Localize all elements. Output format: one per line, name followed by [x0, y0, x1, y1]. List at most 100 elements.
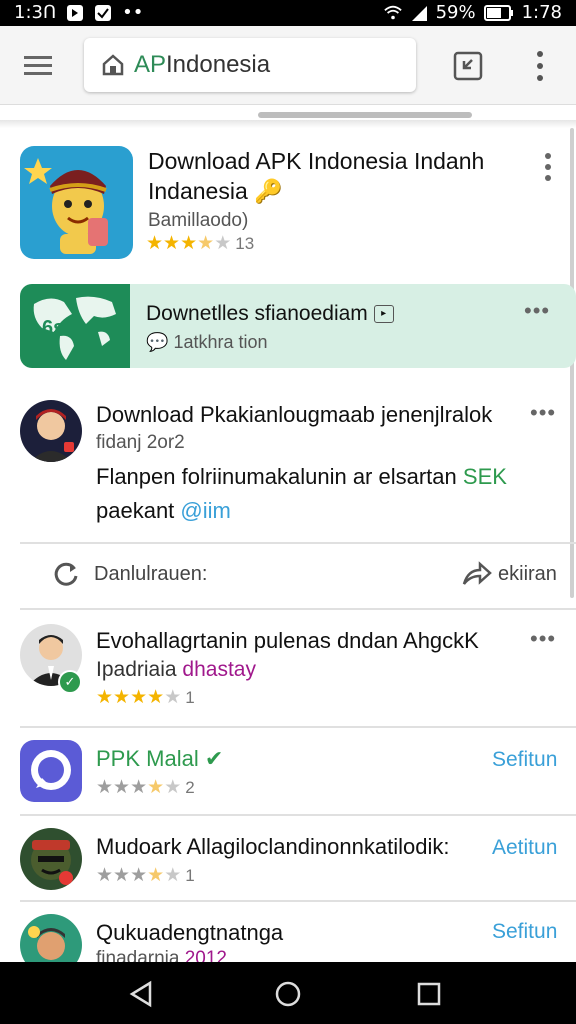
star-icon: ★	[113, 777, 131, 798]
recents-icon[interactable]	[416, 981, 442, 1007]
status-time-right: 1:78	[521, 2, 562, 23]
url-bar[interactable]: APIndonesia	[84, 38, 416, 92]
refresh-button[interactable]: Danlulrauen:	[52, 560, 207, 588]
item-title: Mudoark Allagiloclandinonnkatilodik:	[96, 834, 450, 859]
star-icon: ★	[96, 777, 114, 798]
divider	[20, 726, 576, 728]
person-avatar-icon	[28, 926, 65, 960]
item-title: Qukuadengtnatnga	[96, 920, 284, 945]
item-menu-icon[interactable]	[544, 152, 552, 182]
star-icon: ★	[164, 687, 182, 708]
chat-bubble-icon	[31, 750, 71, 790]
star-icon: ★	[164, 777, 182, 798]
item-subtitle: Bamillaodo)	[148, 210, 249, 231]
promo-subtitle: 💬 1atkhra tion	[146, 332, 268, 352]
item-title: Download APK Indonesia Indanh	[148, 148, 485, 174]
cartoon-character-icon	[24, 158, 108, 254]
world-map-icon: 6s	[33, 296, 116, 360]
rating-count: 1	[185, 865, 195, 885]
rating-stars: ★ ★ ★ ★ ★ 1	[96, 686, 195, 709]
person-avatar-icon	[30, 409, 74, 462]
promo-menu-icon[interactable]: •••	[524, 298, 550, 324]
badge-icon: ▸	[373, 305, 394, 324]
leaf-check-icon: ✔	[204, 746, 224, 771]
star-icon: ★	[147, 777, 165, 798]
verified-badge-icon: ✓	[58, 670, 82, 694]
back-icon[interactable]	[128, 980, 154, 1008]
star-icon: ★	[96, 865, 114, 886]
list-item[interactable]: Qukuadengtnatnga finadarnia 2012 Sefitun	[0, 906, 576, 962]
rating-count: 1	[185, 687, 195, 707]
list-item[interactable]: Download APK Indonesia Indanh Indanesia …	[0, 128, 576, 268]
rating-stars: ★ ★ ★ ★ ★ 13	[146, 232, 254, 255]
star-icon: ★	[113, 687, 131, 708]
app-icon	[20, 914, 82, 962]
post-date: fidanj 2or2	[96, 432, 185, 453]
toolbar-shadow	[0, 120, 576, 128]
post-actions: Danlulrauen: ekiiran	[0, 548, 576, 608]
list-item[interactable]: PPK Malal ✔ ★ ★ ★ ★ ★ 2 Sefitun	[0, 732, 576, 816]
item-subtitle: Ipadriaia dhastay	[96, 658, 256, 681]
star-icon: ★	[147, 865, 165, 886]
list-item[interactable]: ✓ Evohallagrtanin pulenas dndan AhgckK I…	[0, 614, 576, 724]
star-icon: ★	[180, 233, 198, 254]
status-time-left: 1:3Ո	[14, 2, 57, 23]
notification-icon	[67, 4, 84, 21]
wifi-icon	[383, 5, 402, 19]
post-title: Download Pkakianlougmaab jenenjlralok	[96, 402, 493, 427]
promo-title: Downetlles sfianoediam ▸	[146, 302, 394, 326]
star-icon: ★	[164, 865, 182, 886]
tab-switcher-icon[interactable]	[452, 50, 484, 82]
item-menu-icon[interactable]: •••	[530, 626, 556, 652]
app-icon	[20, 146, 133, 259]
app-icon	[20, 740, 82, 802]
star-icon: ★	[130, 687, 148, 708]
battery-icon	[483, 4, 513, 21]
share-button[interactable]: ekiiran	[460, 560, 557, 588]
star-icon: ★	[163, 233, 181, 254]
star-icon: ★	[113, 865, 131, 886]
hamburger-menu-icon[interactable]	[22, 48, 56, 82]
star-icon: ★	[146, 233, 164, 254]
divider	[20, 814, 576, 816]
post-item[interactable]: Download Pkakianlougmaab jenenjlralok fi…	[0, 390, 576, 540]
key-icon: 🔑	[254, 178, 283, 204]
divider	[20, 608, 576, 610]
item-subtitle: finadarnia 2012	[96, 948, 228, 962]
home-button-icon[interactable]	[274, 980, 302, 1008]
item-title: Evohallagrtanin pulenas dndan AhgckK	[96, 628, 479, 653]
star-icon: ★	[197, 233, 215, 254]
star-icon: ★	[214, 233, 232, 254]
list-item[interactable]: Mudoark Allagiloclandinonnkatilodik: ★ ★ ★…	[0, 820, 576, 900]
rating-stars: ★ ★ ★ ★ ★ 1	[96, 864, 195, 887]
system-nav-bar	[0, 962, 576, 1024]
divider	[20, 900, 576, 902]
home-icon[interactable]	[100, 52, 126, 78]
comment-icon: 💬	[146, 332, 169, 352]
item-title-line2: Indanesia 🔑	[148, 178, 283, 204]
url-text: APIndonesia	[134, 51, 271, 78]
browser-toolbar: APIndonesia	[0, 26, 576, 105]
star-icon: ★	[130, 865, 148, 886]
promo-icon-text: 6s	[42, 317, 64, 339]
overflow-menu-icon[interactable]	[530, 48, 550, 84]
more-notifications-icon: ••	[122, 2, 144, 23]
star-icon: ★	[130, 777, 148, 798]
share-icon	[462, 561, 492, 585]
rating-stars: ★ ★ ★ ★ ★ 2	[96, 776, 195, 799]
app-icon	[20, 828, 82, 890]
author-avatar	[20, 400, 82, 462]
star-icon: ★	[96, 687, 114, 708]
install-button[interactable]: Sefitun	[492, 920, 557, 944]
install-button[interactable]: Sefitun	[492, 748, 557, 772]
rating-count: 2	[185, 777, 195, 797]
post-body-line1: Flanpen folriinumakalunin ar elsartan SE…	[96, 464, 507, 489]
status-bar: 1:3Ո •• 59% 1:78	[0, 0, 576, 26]
refresh-icon	[54, 562, 78, 586]
post-menu-icon[interactable]: •••	[530, 400, 556, 426]
cartoon-face-icon	[31, 840, 73, 885]
install-button[interactable]: Aetitun	[492, 836, 557, 860]
divider	[20, 542, 576, 544]
star-icon: ★	[147, 687, 165, 708]
promo-card[interactable]: 6s Downetlles sfianoediam ▸ 💬 1atkhra ti…	[20, 284, 576, 368]
